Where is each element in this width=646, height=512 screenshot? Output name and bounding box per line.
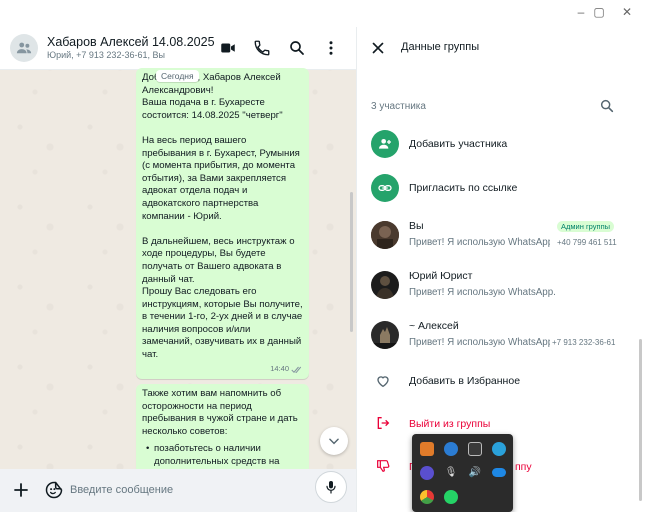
cloud-tray-icon[interactable]	[492, 468, 506, 477]
attach-plus-icon[interactable]	[12, 481, 30, 499]
maximize-button[interactable]: ▢	[588, 3, 610, 21]
add-member-icon	[371, 130, 399, 158]
message-bullet: позаботьтесь о наличии дополнительных ср…	[142, 443, 303, 468]
microphone-tray-icon[interactable]: 🎙	[444, 466, 458, 480]
message-composer: Введите сообщение	[0, 469, 356, 512]
member-phone: +40 799 461 511	[557, 238, 617, 247]
member-avatar	[371, 221, 399, 249]
app-tray-icon[interactable]	[420, 442, 434, 456]
vpn-tray-icon[interactable]	[420, 466, 434, 480]
chat-header[interactable]: Хабаров Алексей 14.08.2025 Юрий, +7 913 …	[0, 27, 356, 70]
invite-link-row[interactable]: Пригласить по ссылке	[357, 173, 637, 203]
search-icon[interactable]	[288, 39, 306, 57]
window-close-button[interactable]: ✕	[616, 3, 638, 21]
member-avatar	[371, 321, 399, 349]
members-count: 3 участника	[371, 101, 426, 112]
message-meta: 14:40	[270, 363, 303, 376]
member-row[interactable]: ~ Алексей Привет! Я использую WhatsApp. …	[357, 319, 637, 351]
member-name: Вы	[409, 220, 424, 232]
member-row[interactable]: Вы Админ группы Привет! Я использую What…	[357, 219, 637, 251]
member-status: Привет! Я использую WhatsApp.	[409, 287, 556, 298]
volume-tray-icon[interactable]: 🔊	[468, 466, 482, 480]
chat-title[interactable]: Хабаров Алексей 14.08.2025	[47, 35, 215, 49]
display-tray-icon[interactable]	[468, 442, 482, 456]
member-status: Привет! Я использую WhatsApp.	[409, 337, 550, 348]
message-text: На весь период вашего пребывания в г. Бу…	[142, 134, 303, 222]
browser-tray-icon[interactable]	[444, 442, 458, 456]
thumbs-down-icon	[377, 460, 390, 472]
sticker-emoji-icon[interactable]	[44, 480, 64, 500]
add-member-row[interactable]: Добавить участника	[357, 129, 637, 159]
message-time: 14:40	[270, 364, 289, 374]
member-avatar	[371, 271, 399, 299]
chat-participants: Юрий, +7 913 232-36-61, Вы	[47, 50, 165, 60]
exit-group-label: Выйти из группы	[409, 418, 491, 430]
panel-scrollbar[interactable]	[639, 339, 642, 501]
voice-call-icon[interactable]	[253, 39, 271, 57]
chat-pane: Хабаров Алексей 14.08.2025 Юрий, +7 913 …	[0, 27, 356, 512]
member-name: Юрий Юрист	[409, 270, 473, 282]
chat-scrollbar[interactable]	[350, 192, 353, 332]
member-row[interactable]: Юрий Юрист Привет! Я использую WhatsApp.	[357, 269, 637, 301]
message-text: В дальнейшем, весь инструктаж о ходе про…	[142, 235, 303, 361]
window-titlebar: – ▢ ✕	[0, 0, 646, 27]
link-icon	[371, 174, 399, 202]
scroll-to-bottom-button[interactable]	[320, 427, 348, 455]
message-text: Также хотим вам напомнить об осторожност…	[142, 388, 301, 437]
add-member-label: Добавить участника	[409, 138, 508, 150]
message-bubble[interactable]: Доброго дня, Хабаров Алексей Александров…	[136, 68, 309, 379]
double-check-icon	[291, 366, 302, 373]
chrome-tray-icon[interactable]	[420, 490, 434, 504]
more-options-icon[interactable]	[322, 39, 340, 57]
telegram-tray-icon[interactable]	[492, 442, 506, 456]
group-avatar[interactable]	[10, 34, 38, 62]
close-icon[interactable]	[369, 39, 387, 57]
add-favorites-label: Добавить в Избранное	[409, 375, 521, 387]
system-tray-popup: 🎙 🔊	[412, 434, 513, 512]
exit-group-row[interactable]: Выйти из группы	[357, 412, 637, 436]
group-icon	[16, 42, 32, 54]
whatsapp-tray-icon[interactable]	[444, 490, 458, 504]
member-name: ~ Алексей	[409, 320, 459, 332]
panel-title: Данные группы	[401, 41, 480, 53]
date-chip: Сегодня	[156, 70, 199, 82]
member-phone: +7 913 232-36-61	[552, 338, 616, 347]
member-status: Привет! Я использую WhatsApp.	[409, 237, 550, 248]
heart-icon	[377, 376, 389, 388]
add-favorites-row[interactable]: Добавить в Избранное	[357, 369, 637, 393]
video-call-icon[interactable]	[219, 39, 237, 57]
microphone-icon	[326, 481, 336, 494]
admin-badge: Админ группы	[557, 221, 615, 232]
exit-icon	[377, 417, 390, 429]
report-group-label-end: ппу	[515, 461, 532, 473]
voice-message-button[interactable]	[315, 471, 347, 503]
message-input[interactable]: Введите сообщение	[70, 479, 290, 502]
chevron-down-icon	[329, 438, 339, 445]
invite-link-label: Пригласить по ссылке	[409, 182, 518, 194]
members-search-icon[interactable]	[599, 98, 615, 114]
